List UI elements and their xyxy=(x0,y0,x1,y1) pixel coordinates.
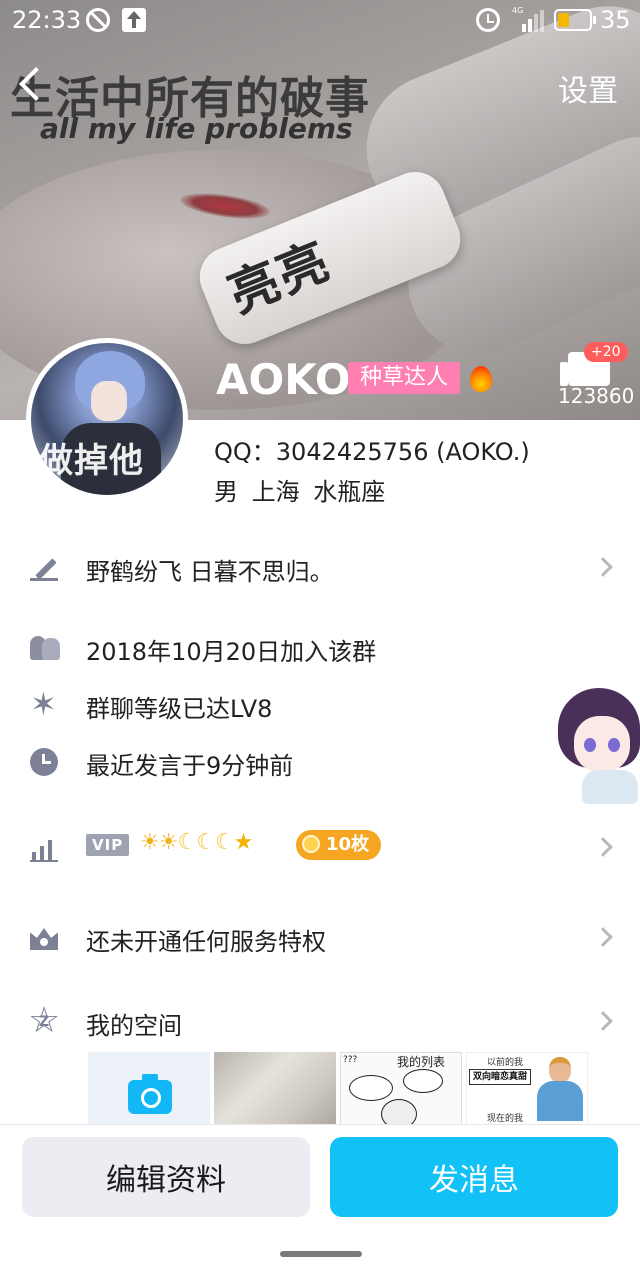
vip-tag: VIP xyxy=(86,834,130,856)
battery-percent: 35 xyxy=(600,6,631,34)
coin-count-pill[interactable]: 10枚 xyxy=(296,830,382,860)
photo-caption: 现在的我 xyxy=(487,1114,524,1124)
group-level-row: 群聊等级已达LV8 xyxy=(0,677,640,733)
cover-meme-text-en: all my life problems xyxy=(40,112,353,145)
photo-thumbnail[interactable] xyxy=(214,1052,336,1128)
pencil-icon xyxy=(30,554,60,582)
last-speak-text: 最近发言于9分钟前 xyxy=(86,752,294,780)
photo-person-shape xyxy=(537,1057,583,1127)
mascot-face-shape xyxy=(574,716,630,772)
photo-caption: 我的列表 xyxy=(397,1055,446,1069)
chevron-right-icon xyxy=(593,837,613,857)
fire-icon xyxy=(470,366,492,392)
battery-icon xyxy=(554,9,596,31)
level-icons: ☀☀☾☾☾★ xyxy=(140,830,254,855)
last-speak-row: 最近发言于9分钟前 xyxy=(0,734,640,790)
moon-icon: ☾ xyxy=(196,830,216,855)
photo-caption: 以前的我 xyxy=(487,1058,524,1068)
join-date-text: 2018年10月20日加入该群 xyxy=(86,638,377,666)
service-text: 还未开通任何服务特权 xyxy=(86,928,326,956)
sun-icon: ☀ xyxy=(140,830,160,855)
qzone-text: 我的空间 xyxy=(86,1012,182,1040)
home-indicator[interactable] xyxy=(280,1251,362,1257)
chevron-right-icon xyxy=(593,1011,613,1031)
star-icon: ★ xyxy=(233,830,254,855)
signature-row[interactable]: 野鹤纷飞 日暮不思归。 xyxy=(0,540,640,596)
signal-icon xyxy=(512,8,544,32)
qzone-photo-strip: ??? 我的列表 以前的我 双向暗恋真甜 现在的我 xyxy=(88,1052,588,1128)
status-bar: 22:33 4G 35 xyxy=(0,0,640,40)
qzone-star-icon xyxy=(28,1000,60,1041)
level-chart-icon xyxy=(30,834,60,862)
signature-text: 野鹤纷飞 日暮不思归。 xyxy=(86,558,334,586)
profile-meta: 男 上海 水瓶座 xyxy=(214,478,386,506)
nickname: AOKO. xyxy=(216,355,366,404)
clock-icon xyxy=(30,748,58,776)
camera-icon xyxy=(128,1074,172,1114)
avatar[interactable]: 做掉他 xyxy=(26,338,188,500)
star-badge-icon xyxy=(30,685,60,723)
mascot-body-shape xyxy=(582,770,638,804)
service-row[interactable]: 还未开通任何服务特权 xyxy=(0,910,640,966)
title-badge[interactable]: 种草达人 xyxy=(348,362,461,394)
mascot-eye-shape xyxy=(584,738,596,752)
send-message-button[interactable]: 发消息 xyxy=(330,1137,618,1217)
coin-count: 10枚 xyxy=(326,834,370,855)
like-increment-badge: +20 xyxy=(584,342,628,362)
moon-icon: ☾ xyxy=(214,830,235,855)
status-time: 22:33 xyxy=(12,6,82,34)
back-button[interactable] xyxy=(16,64,46,104)
like-count: 123860 xyxy=(558,384,635,408)
edit-profile-button[interactable]: 编辑资料 xyxy=(22,1137,310,1217)
sun-icon: ☀ xyxy=(158,830,179,855)
coin-icon xyxy=(302,834,320,853)
photo-thumbnail[interactable]: 以前的我 双向暗恋真甜 现在的我 xyxy=(466,1052,588,1128)
qq-number: QQ：3042425756 (AOKO.) xyxy=(214,438,530,466)
photo-caption: ??? xyxy=(343,1055,358,1065)
avatar-face-shape xyxy=(91,381,127,421)
avatar-text: 做掉他 xyxy=(39,441,144,481)
group-icon xyxy=(30,634,60,662)
photo-caption: 双向暗恋真甜 xyxy=(469,1069,532,1085)
chevron-right-icon xyxy=(593,557,613,577)
speech-bubble-shape xyxy=(349,1075,393,1101)
bottom-action-bar: 编辑资料 发消息 xyxy=(0,1124,640,1280)
floating-mascot[interactable] xyxy=(556,688,640,804)
moon-icon: ☾ xyxy=(177,830,197,855)
photo-thumbnail[interactable]: ??? 我的列表 xyxy=(340,1052,462,1128)
mascot-eye-shape xyxy=(608,738,620,752)
qzone-row[interactable]: 我的空间 xyxy=(0,994,640,1050)
do-not-disturb-icon xyxy=(86,8,110,32)
chevron-right-icon xyxy=(593,927,613,947)
speech-bubble-shape xyxy=(403,1069,443,1093)
settings-button[interactable]: 设置 xyxy=(558,66,618,110)
crown-icon xyxy=(30,924,60,952)
add-photo-tile[interactable] xyxy=(88,1052,210,1128)
upload-icon xyxy=(122,8,146,32)
vip-level-row[interactable]: VIP ☀☀☾☾☾★ 10枚 xyxy=(0,820,640,876)
alarm-icon xyxy=(476,8,500,32)
group-level-text: 群聊等级已达LV8 xyxy=(86,695,273,723)
join-date-row: 2018年10月20日加入该群 xyxy=(0,620,640,676)
